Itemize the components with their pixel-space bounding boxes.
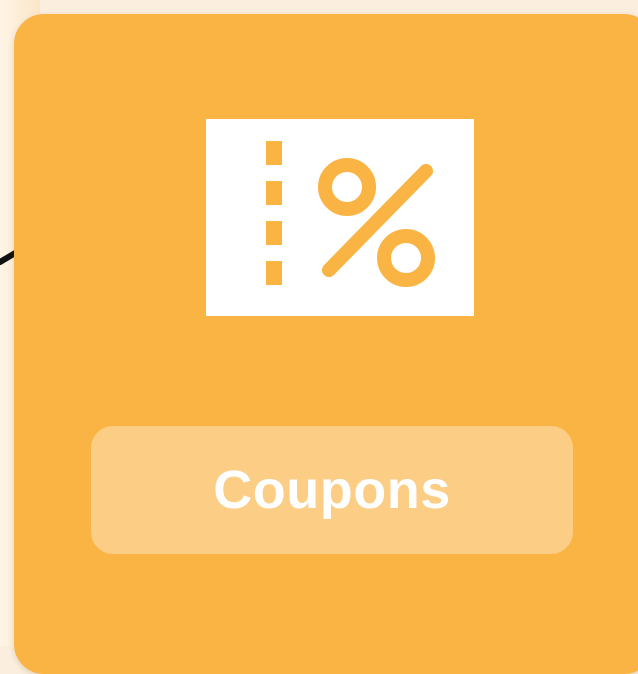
coupons-card[interactable]: Coupons — [14, 14, 638, 674]
coupons-button[interactable]: Coupons — [91, 426, 573, 554]
coupon-percent-icon — [206, 119, 474, 316]
coupons-label: Coupons — [213, 460, 451, 520]
